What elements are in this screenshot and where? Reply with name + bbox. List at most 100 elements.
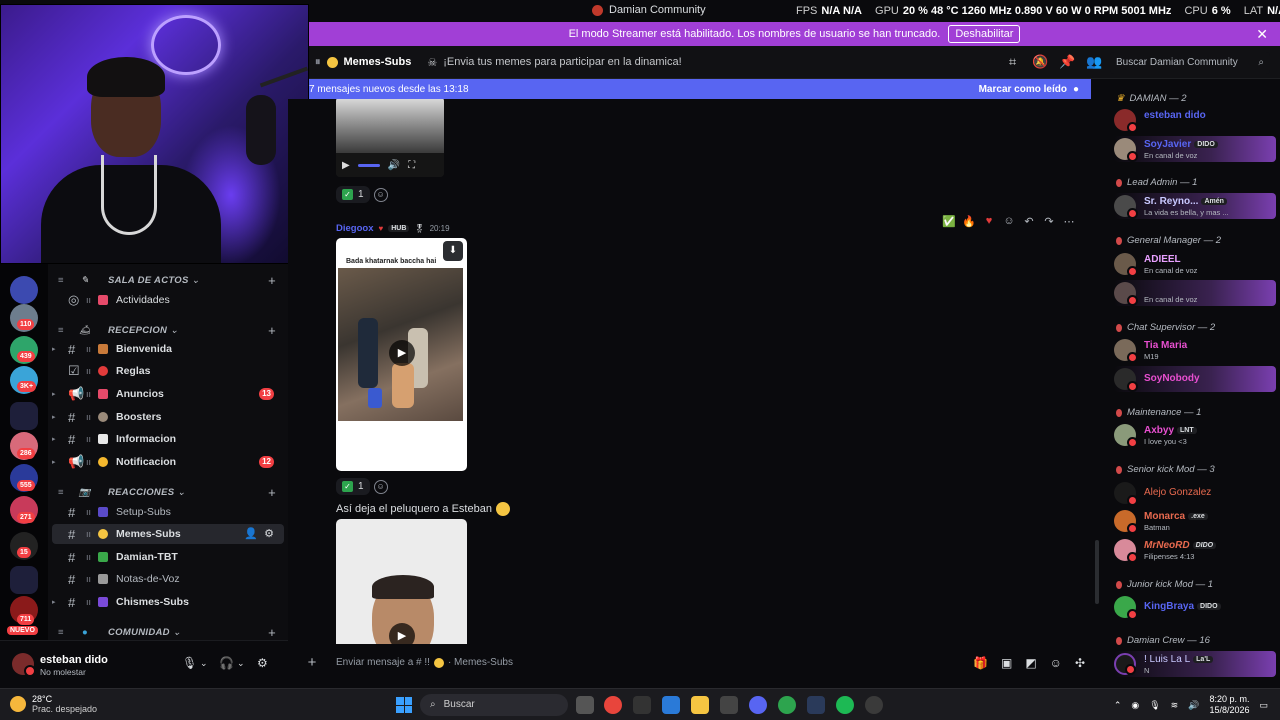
member-item[interactable]: Axbyy LNT I love you <3: [1114, 422, 1276, 448]
chrome-icon[interactable]: [778, 696, 796, 714]
category-reacciones[interactable]: ≡ 📷 REACCIONES ⌄ +: [48, 483, 288, 501]
threads-icon[interactable]: ⌗: [1005, 54, 1020, 69]
member-item[interactable]: Alejo Gonzalez: [1114, 480, 1276, 506]
close-icon[interactable]: ✕: [1256, 26, 1268, 43]
gear-icon[interactable]: ⚙: [257, 656, 268, 670]
store-icon[interactable]: [662, 696, 680, 714]
wifi-icon[interactable]: ≋: [1171, 700, 1179, 711]
file-icon[interactable]: [576, 696, 594, 714]
forward-icon[interactable]: ↷: [1042, 215, 1056, 228]
drag-handle-icon[interactable]: ≡: [58, 275, 68, 286]
notification-muted-icon[interactable]: 🔕: [1032, 54, 1048, 69]
windows-start-icon[interactable]: [396, 697, 412, 713]
gift-icon[interactable]: 🎁: [973, 656, 988, 670]
emoji-picker-icon[interactable]: ☺: [1050, 656, 1062, 670]
member-item[interactable]: Sr. Reyno... Amén La vida es bella, y mas…: [1114, 193, 1276, 219]
notification-icon[interactable]: ▭: [1259, 700, 1268, 711]
member-item[interactable]: Monarca .exe Batman: [1114, 508, 1276, 534]
channel-chismes-subs[interactable]: ▸ # ıı Chismes-Subs: [52, 592, 284, 612]
chrome-icon[interactable]: [604, 696, 622, 714]
disable-streamer-button[interactable]: Deshabilitar: [948, 25, 1021, 43]
reaction-check[interactable]: ✓ 1: [336, 186, 370, 203]
scrollbar[interactable]: [1095, 540, 1099, 604]
add-reaction-icon[interactable]: ☺: [373, 479, 388, 494]
category-sala-de-actos[interactable]: ≡ ✎ SALA DE ACTOS ⌄ +: [48, 271, 288, 289]
folder-icon[interactable]: [10, 566, 38, 594]
member-list-icon[interactable]: 👥: [1086, 54, 1102, 69]
video-attachment[interactable]: Bada khatarnak baccha hai ▶ ⬇: [336, 238, 467, 471]
video-attachment[interactable]: ▶ 🔊 ⛶: [336, 99, 444, 177]
new-messages-bar[interactable]: 7 mensajes nuevos desde las 13:18 Marcar…: [309, 79, 1091, 99]
microphone-icon[interactable]: 🎙: [182, 656, 197, 670]
volume-icon[interactable]: 🔊: [1188, 700, 1199, 711]
fire-reaction-icon[interactable]: 🔥: [962, 215, 976, 228]
channel-setup-subs[interactable]: # ıı Setup-Subs: [52, 502, 284, 522]
member-item[interactable]: SoyJavier DIDO En canal de voz: [1114, 136, 1276, 162]
app-icon[interactable]: [720, 696, 738, 714]
add-channel-icon[interactable]: +: [268, 273, 276, 288]
folder-icon[interactable]: [10, 402, 38, 430]
gear-icon[interactable]: ⚙: [264, 527, 274, 540]
gif-icon[interactable]: ▣: [1001, 656, 1012, 670]
more-icon[interactable]: ⋯: [1062, 215, 1076, 228]
channel-reglas[interactable]: ☑ ıı Reglas: [52, 361, 284, 381]
category-recepcion[interactable]: ≡ 🛎 RECEPCION ⌄ +: [48, 321, 288, 339]
member-item[interactable]: ! Luis La L La'L N: [1114, 651, 1276, 677]
video-attachment[interactable]: ▶: [336, 519, 467, 644]
member-item[interactable]: SoyNobody: [1114, 366, 1276, 392]
chevron-down-icon[interactable]: ⌄: [237, 658, 245, 669]
member-item[interactable]: KingBraya DIDO: [1114, 594, 1276, 620]
add-reaction-icon[interactable]: ☺: [1002, 215, 1016, 227]
add-channel-icon[interactable]: +: [268, 485, 276, 500]
sticker-icon[interactable]: ◩: [1025, 656, 1036, 670]
apps-icon[interactable]: ✣: [1075, 656, 1085, 670]
invite-icon[interactable]: 👤: [244, 527, 258, 540]
member-item[interactable]: ADIEEL En canal de voz: [1114, 251, 1276, 277]
headphones-icon[interactable]: 🎧: [219, 656, 234, 670]
check-reaction-icon[interactable]: ✅: [942, 215, 956, 228]
discord-icon[interactable]: [749, 696, 767, 714]
drag-handle-icon[interactable]: ≡: [58, 627, 68, 638]
message-composer[interactable]: + Enviar mensaje a # !! · Memes-Subs 🎁 ▣…: [294, 646, 1091, 680]
username[interactable]: esteban dido: [40, 654, 108, 666]
video-progress[interactable]: [357, 163, 380, 167]
chevron-up-icon[interactable]: ⌃: [1114, 700, 1122, 711]
drag-handle-icon[interactable]: ≡: [58, 325, 68, 336]
add-channel-icon[interactable]: +: [268, 625, 276, 640]
microphone-icon[interactable]: 🎙: [1149, 700, 1160, 711]
app-icon[interactable]: [633, 696, 651, 714]
channel-damian-tbt[interactable]: # ıı Damian-TBT: [52, 547, 284, 567]
play-icon[interactable]: ▶: [389, 623, 415, 644]
steam-icon[interactable]: [836, 696, 854, 714]
member-item[interactable]: MrNeoRD DIDO Filipenses 4:13: [1114, 537, 1276, 563]
member-item[interactable]: Tia Maria M19: [1114, 337, 1276, 363]
add-channel-icon[interactable]: +: [268, 323, 276, 338]
network-icon[interactable]: ◉: [1131, 700, 1139, 711]
add-reaction-icon[interactable]: ☺: [373, 187, 388, 202]
mark-as-read-button[interactable]: Marcar como leído ●: [979, 84, 1079, 95]
category-comunidad[interactable]: ≡ ● COMUNIDAD ⌄ +: [48, 623, 288, 640]
play-icon[interactable]: ▶: [342, 160, 350, 171]
download-icon[interactable]: ⬇: [443, 241, 463, 261]
channel-memes-subs[interactable]: # ıı Memes-Subs 👤 ⚙: [52, 524, 284, 544]
weather-widget[interactable]: 28°C Prac. despejado: [10, 694, 97, 714]
game-icon[interactable]: [807, 696, 825, 714]
channel-notificacion[interactable]: ▸ 📢 ıı Notificacion 12: [52, 452, 284, 472]
channel-bienvenida[interactable]: ▸ # ıı Bienvenida: [52, 339, 284, 359]
pin-icon[interactable]: 📌: [1059, 54, 1075, 69]
avatar[interactable]: [12, 653, 36, 677]
message-author[interactable]: Diegoox: [336, 223, 373, 234]
add-attachment-icon[interactable]: +: [304, 655, 320, 671]
clock[interactable]: 8:20 p. m. 15/8/2026: [1209, 694, 1249, 716]
volume-icon[interactable]: 🔊: [388, 160, 400, 171]
spotify-icon[interactable]: [865, 696, 883, 714]
server-icon[interactable]: [10, 276, 38, 304]
channel-boosters[interactable]: ▸ # ıı Boosters: [52, 407, 284, 427]
chevron-down-icon[interactable]: ⌄: [200, 658, 208, 669]
taskbar-search[interactable]: ⌕ Buscar: [420, 694, 568, 716]
member-item[interactable]: esteban dido: [1114, 107, 1276, 133]
channel-notas-de-voz[interactable]: # ıı Notas-de-Voz: [52, 569, 284, 589]
play-icon[interactable]: ▶: [389, 340, 415, 366]
member-item[interactable]: En canal de voz: [1114, 280, 1276, 306]
fullscreen-icon[interactable]: ⛶: [408, 160, 415, 171]
